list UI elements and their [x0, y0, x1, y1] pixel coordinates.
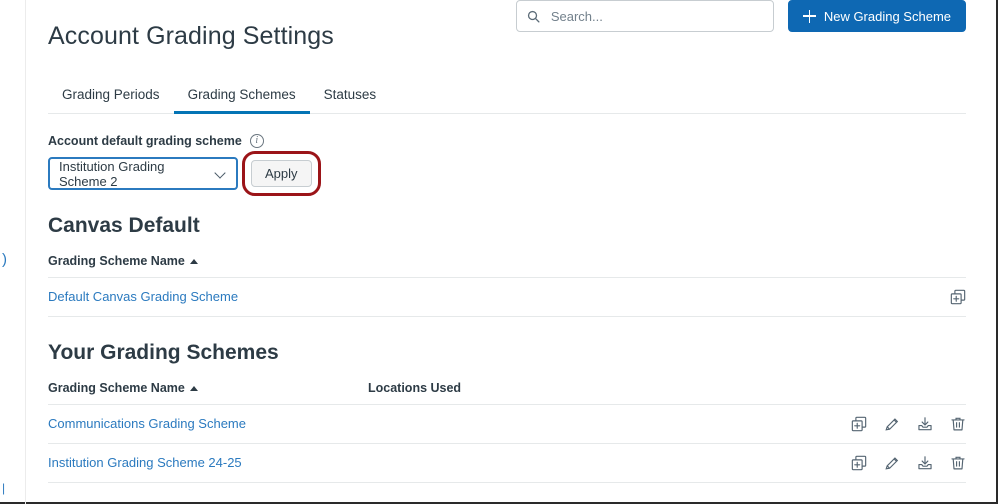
apply-button-wrapper: Apply [242, 151, 321, 196]
grading-scheme-link[interactable]: Default Canvas Grading Scheme [48, 289, 238, 304]
canvas-default-heading: Canvas Default [48, 214, 200, 237]
column-header-label: Grading Scheme Name [48, 254, 185, 268]
duplicate-icon[interactable] [850, 416, 867, 433]
default-scheme-select[interactable]: Institution Grading Scheme 2 [48, 157, 238, 190]
default-scheme-control-row: Institution Grading Scheme 2 Apply Searc… [48, 0, 966, 196]
cell-scheme-name: Institution Grading Scheme 24-25 [48, 454, 368, 472]
page-root: ) | Account Grading Settings Grading Per… [0, 0, 998, 504]
your-grading-schemes-table: Grading Scheme Name Locations Used Commu… [48, 381, 966, 483]
default-scheme-select-value: Institution Grading Scheme 2 [59, 158, 165, 189]
row-actions [850, 416, 966, 433]
duplicate-icon[interactable] [949, 289, 966, 306]
table-row: Institution Grading Scheme 24-25 [48, 444, 966, 483]
search-input[interactable] [548, 7, 763, 25]
new-grading-scheme-label: New Grading Scheme [823, 8, 951, 24]
search-icon [527, 10, 540, 23]
edit-pencil-icon[interactable] [883, 455, 900, 472]
info-icon[interactable]: i [249, 134, 264, 148]
main-content: Account Grading Settings Grading Periods… [48, 0, 966, 483]
grading-scheme-link[interactable]: Institution Grading Scheme 24-25 [48, 455, 242, 470]
column-header-locations-used: Locations Used [368, 381, 768, 395]
table-header: Grading Scheme Name [48, 254, 966, 278]
default-scheme-block: Account default grading scheme i Institu… [48, 0, 966, 196]
grading-scheme-link[interactable]: Communications Grading Scheme [48, 416, 246, 431]
column-header-grading-scheme-name[interactable]: Grading Scheme Name [48, 381, 368, 395]
delete-trash-icon[interactable] [949, 455, 966, 472]
table-header: Grading Scheme Name Locations Used [48, 381, 966, 405]
caret-up-icon [189, 385, 198, 391]
your-grading-schemes-heading: Your Grading Schemes [48, 341, 279, 364]
new-grading-scheme-button[interactable]: New Grading Scheme [787, 0, 966, 32]
toolbar-right: New Grading Scheme [515, 0, 966, 32]
chevron-down-icon [216, 168, 227, 179]
column-header-label: Locations Used [368, 381, 462, 395]
left-margin-rule [25, 0, 26, 504]
row-actions [949, 289, 966, 306]
search-box[interactable] [515, 0, 774, 32]
tab-statuses[interactable]: Statuses [310, 81, 391, 114]
default-scheme-label-row: Account default grading scheme i [48, 134, 966, 148]
table-row: Default Canvas Grading Scheme [48, 278, 966, 317]
duplicate-icon[interactable] [850, 455, 867, 472]
clipped-glyph-lower: | [2, 481, 6, 495]
cell-scheme-name: Default Canvas Grading Scheme [48, 288, 368, 306]
plus-icon [802, 9, 816, 23]
edit-pencil-icon[interactable] [883, 416, 900, 433]
cell-scheme-name: Communications Grading Scheme [48, 415, 368, 433]
default-scheme-label: Account default grading scheme [48, 134, 242, 148]
caret-up-icon [189, 258, 198, 264]
delete-trash-icon[interactable] [949, 416, 966, 433]
column-header-label: Grading Scheme Name [48, 381, 185, 395]
export-download-icon[interactable] [916, 455, 933, 472]
row-actions [850, 455, 966, 472]
table-row: Communications Grading Scheme [48, 405, 966, 444]
clipped-glyph-upper: ) [2, 251, 7, 268]
canvas-default-table: Grading Scheme Name Default Canvas Gradi… [48, 254, 966, 317]
tab-bar: Grading Periods Grading Schemes Statuses [48, 81, 966, 114]
tab-grading-schemes[interactable]: Grading Schemes [173, 81, 310, 114]
tab-grading-periods[interactable]: Grading Periods [48, 81, 174, 114]
apply-button[interactable]: Apply [251, 160, 312, 187]
export-download-icon[interactable] [916, 416, 933, 433]
column-header-grading-scheme-name[interactable]: Grading Scheme Name [48, 254, 368, 268]
